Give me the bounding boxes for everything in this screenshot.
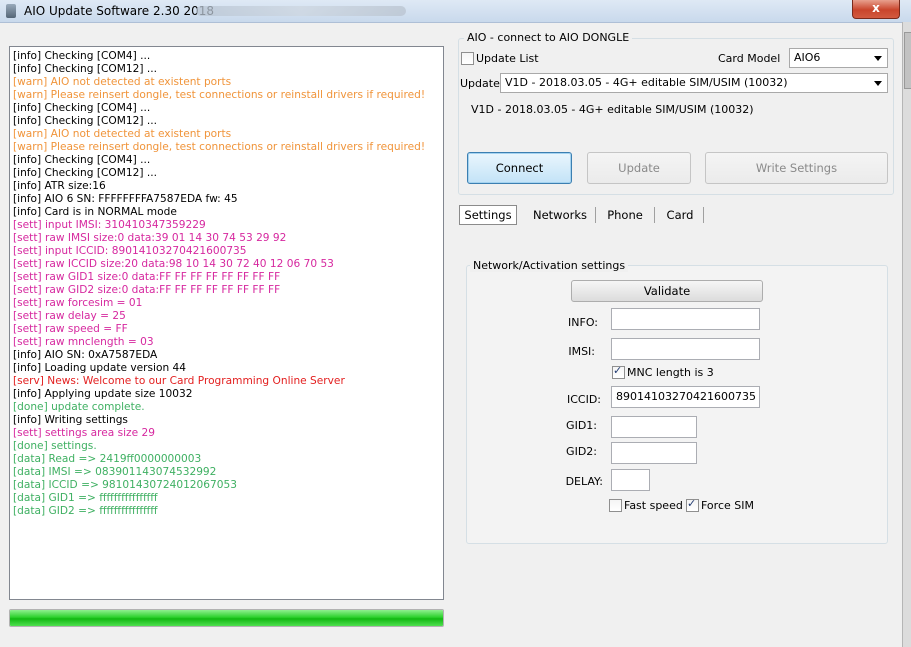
- delay-label: DELAY:: [565, 475, 603, 488]
- log-line: [data] IMSI => 083901143074532992: [13, 466, 217, 478]
- log-line: [info] Checking [COM4] ...: [13, 154, 151, 166]
- imsi-label: IMSI:: [568, 345, 595, 358]
- progress-bar: [9, 609, 444, 627]
- log-line: [warn] AIO not detected at existent port…: [13, 76, 232, 88]
- info-label: INFO:: [568, 316, 598, 329]
- mnc-length-checkbox[interactable]: [612, 364, 625, 379]
- tab-phone[interactable]: Phone: [601, 205, 649, 225]
- update-select[interactable]: V1D - 2018.03.05 - 4G+ editable SIM/USIM…: [500, 73, 888, 93]
- title-bar[interactable]: AIO Update Software 2.30 2018 x: [0, 0, 911, 23]
- info-field[interactable]: [611, 308, 760, 330]
- log-line: [done] update complete.: [13, 401, 145, 413]
- log-line: [info] AIO SN: 0xA7587EDA: [13, 349, 158, 361]
- force-sim-label: Force SIM: [701, 499, 754, 512]
- imsi-field[interactable]: [611, 338, 760, 360]
- chevron-down-icon: [874, 56, 882, 61]
- window-title: AIO Update Software 2.30 2018: [24, 4, 215, 18]
- log-line: [info] ATR size:16: [13, 180, 106, 192]
- log-line: [sett] raw GID2 size:0 data:FF FF FF FF …: [13, 284, 281, 296]
- log-line: [data] GID2 => ffffffffffffffff: [13, 505, 158, 517]
- log-line: [sett] raw speed = FF: [13, 323, 128, 335]
- log-line: [sett] raw delay = 25: [13, 310, 126, 322]
- progress-fill: [10, 610, 443, 626]
- log-line: [info] Checking [COM4] ...: [13, 50, 151, 62]
- log-line: [sett] settings area size 29: [13, 427, 155, 439]
- log-line: [info] Card is in NORMAL mode: [13, 206, 177, 218]
- log-line: [sett] input IMSI: 310410347359229: [13, 219, 206, 231]
- tab-separator: [654, 207, 655, 223]
- log-line: [warn] Please reinsert dongle, test conn…: [13, 141, 426, 153]
- log-line: [info] Checking [COM12] ...: [13, 167, 157, 179]
- fast-speed-label: Fast speed: [624, 499, 683, 512]
- gid2-field[interactable]: [611, 442, 697, 464]
- log-line: [serv] News: Welcome to our Card Program…: [13, 375, 345, 387]
- tab-settings[interactable]: Settings: [459, 205, 517, 225]
- log-line: [sett] input ICCID: 89014103270421600735: [13, 245, 247, 257]
- log-line: [warn] AIO not detected at existent port…: [13, 128, 232, 140]
- write-settings-button[interactable]: Write Settings: [705, 152, 888, 184]
- close-button[interactable]: x: [852, 0, 900, 19]
- card-model-value: AIO6: [794, 51, 821, 64]
- log-line: [data] Read => 2419ff0000000003: [13, 453, 202, 465]
- log-line: [sett] raw mnclength = 03: [13, 336, 154, 348]
- connect-group-title: AIO - connect to AIO DONGLE: [464, 31, 633, 44]
- mnc-length-label: MNC length is 3: [627, 366, 714, 379]
- tab-separator: [595, 207, 596, 223]
- gid1-field[interactable]: [611, 416, 697, 438]
- tab-separator: [703, 207, 704, 223]
- update-select-value: V1D - 2018.03.05 - 4G+ editable SIM/USIM…: [505, 76, 788, 89]
- log-line: [info] Checking [COM12] ...: [13, 63, 157, 75]
- gid2-label: GID2:: [566, 445, 597, 458]
- tab-card[interactable]: Card: [661, 205, 699, 225]
- log-line: [info] Loading update version 44: [13, 362, 187, 374]
- card-model-label: Card Model: [718, 52, 781, 65]
- log-line: [sett] raw GID1 size:0 data:FF FF FF FF …: [13, 271, 281, 283]
- log-line: [info] Checking [COM4] ...: [13, 102, 151, 114]
- log-line: [sett] raw IMSI size:0 data:39 01 14 30 …: [13, 232, 287, 244]
- log-line: [data] GID1 => ffffffffffffffff: [13, 492, 158, 504]
- blurred-title-region: [196, 6, 406, 16]
- update-label: Update: [460, 77, 500, 90]
- log-line: [info] Applying update size 10032: [13, 388, 193, 400]
- chevron-down-icon: [874, 81, 882, 86]
- app-icon: [6, 4, 16, 18]
- update-list-label: Update List: [476, 52, 539, 65]
- card-model-select[interactable]: AIO6: [789, 48, 888, 68]
- log-line: [info] AIO 6 SN: FFFFFFFFA7587EDA fw: 45: [13, 193, 238, 205]
- update-description: V1D - 2018.03.05 - 4G+ editable SIM/USIM…: [471, 103, 754, 116]
- fast-speed-checkbox[interactable]: [609, 499, 622, 512]
- scrollbar-thumb[interactable]: [904, 32, 911, 89]
- iccid-field[interactable]: 89014103270421600735: [611, 386, 760, 408]
- update-list-checkbox[interactable]: [461, 52, 474, 65]
- update-button[interactable]: Update: [587, 152, 691, 184]
- log-line: [info] Writing settings: [13, 414, 128, 426]
- connect-button[interactable]: Connect: [467, 152, 572, 184]
- log-line: [sett] raw ICCID size:20 data:98 10 14 3…: [13, 258, 334, 270]
- tab-networks[interactable]: Networks: [529, 205, 591, 225]
- log-output[interactable]: [info] Checking [COM4] ... [info] Checkin…: [9, 46, 444, 600]
- network-settings-title: Network/Activation settings: [470, 259, 629, 272]
- log-line: [info] Checking [COM12] ...: [13, 115, 157, 127]
- iccid-label: ICCID:: [566, 393, 601, 406]
- delay-field[interactable]: [611, 469, 650, 491]
- log-line: [sett] raw forcesim = 01: [13, 297, 143, 309]
- force-sim-checkbox[interactable]: [686, 497, 699, 512]
- log-line: [warn] Please reinsert dongle, test conn…: [13, 89, 426, 101]
- close-icon: x: [872, 1, 880, 15]
- vertical-scrollbar[interactable]: [902, 22, 911, 647]
- gid1-label: GID1:: [566, 419, 597, 432]
- log-line: [done] settings.: [13, 440, 97, 452]
- app-window: AIO Update Software 2.30 2018 x [info] C…: [0, 0, 911, 647]
- validate-button[interactable]: Validate: [571, 280, 763, 302]
- log-line: [data] ICCID => 98101430724012067053: [13, 479, 237, 491]
